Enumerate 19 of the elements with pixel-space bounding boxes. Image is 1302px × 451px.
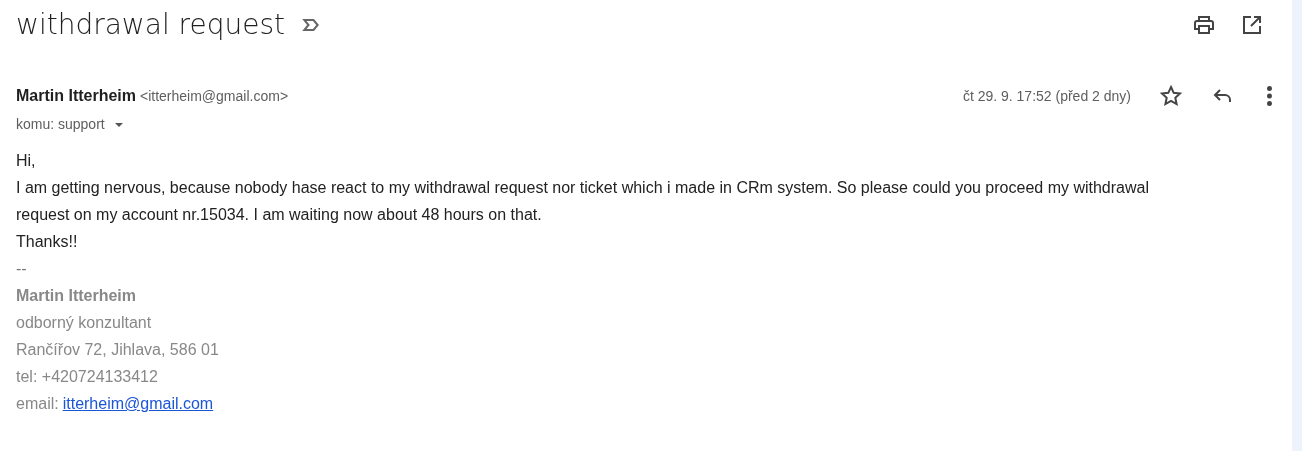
recipient-text: komu: support [16, 115, 105, 134]
message-paragraph: Thanks!! [16, 232, 79, 252]
email-subject: withdrawal request [16, 7, 286, 43]
sender-email: <itterheim@gmail.com> [140, 86, 289, 106]
date-text: čt 29. 9. 17:52 (před 2 dny) [962, 86, 1131, 106]
signature-email-label: email: [16, 394, 59, 414]
sender-name: Martin Itterheim [16, 86, 136, 106]
external-link-icon [1240, 13, 1264, 37]
signature-separator: -- [16, 259, 28, 279]
print-icon [1192, 13, 1216, 37]
signature-name: Martin Itterheim [16, 286, 137, 306]
email-link[interactable]: itterheim@gmail.com [62, 390, 214, 417]
signature-line: odborný konzultant [16, 313, 153, 333]
more-icon [1267, 86, 1272, 106]
message-paragraph: Hi, [16, 151, 37, 171]
signature-line: Rančířov 72, Jihlava, 586 01 [16, 340, 220, 360]
message-paragraph: I am getting nervous, because nobody hase react to my withdrawal request nor ticket which i made in CRm system. So please could you proceed my withdrawal request on my account nr.15034. I am waiting now about 48 hours on that. [16, 178, 1150, 225]
signature-line: tel: +420724133412 [16, 367, 159, 387]
star-icon [1159, 84, 1183, 108]
